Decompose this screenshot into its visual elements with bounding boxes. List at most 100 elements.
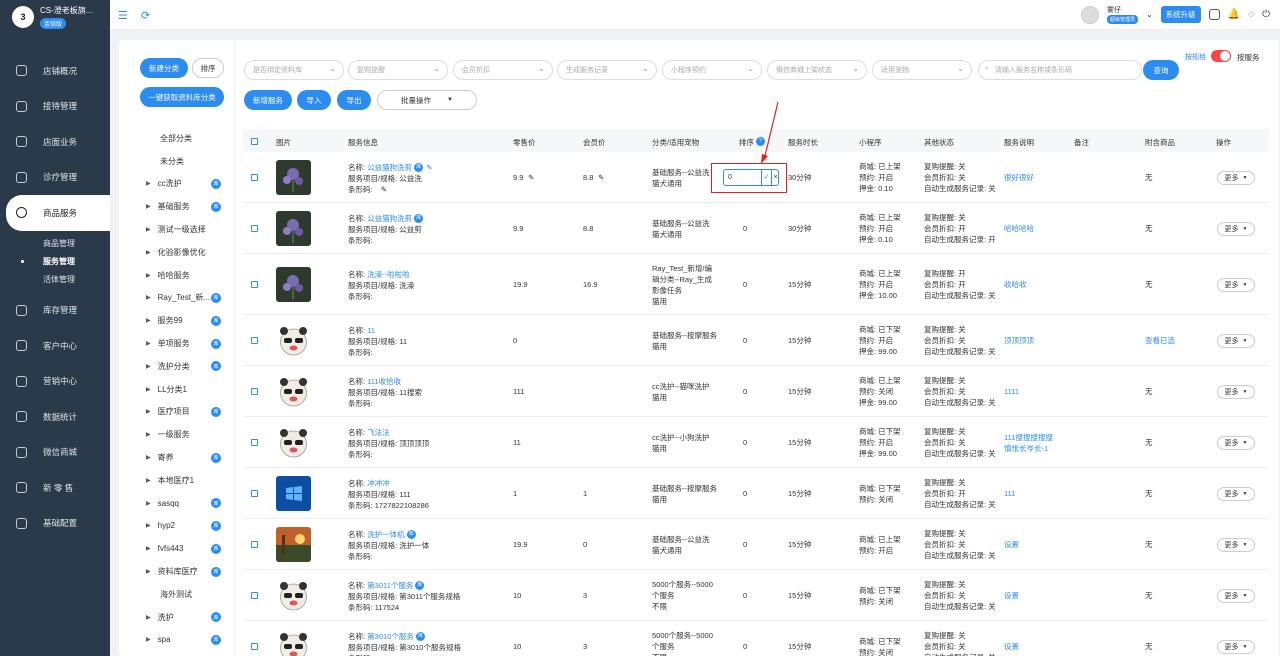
filter-select[interactable]: 复购提醒 <box>348 60 448 80</box>
row-checkbox[interactable] <box>251 642 258 650</box>
row-checkbox[interactable] <box>251 280 258 288</box>
service-name-link[interactable]: 第3011个服务 <box>367 581 413 590</box>
category-item[interactable]: ▶ 本地医疗1 <box>119 469 235 492</box>
category-item[interactable]: ▶ Ray_Test_新... 库 <box>119 287 235 310</box>
desc-line[interactable]: 哈哈哈哈 <box>1004 223 1034 234</box>
more-button[interactable]: 更多 ▼ <box>1217 537 1255 552</box>
bell-icon[interactable]: 🔔 <box>1228 9 1240 20</box>
service-desc-link[interactable]: 顶顶顶顶 <box>1004 335 1034 346</box>
desc-line[interactable]: 顶顶顶顶 <box>1004 335 1034 346</box>
category-item[interactable]: ▶ 测试一级选择 <box>119 218 235 241</box>
sidebar-item-6[interactable]: 客户中心 <box>0 328 110 364</box>
sidebar-item-9[interactable]: 微信商城 <box>0 435 110 471</box>
new-service-button[interactable]: 新增服务 <box>244 90 292 110</box>
service-desc-link[interactable]: 很好很好 <box>1004 172 1034 183</box>
category-item[interactable]: ▶ 寄养 库 <box>119 446 235 469</box>
sidebar-item-11[interactable]: 基础配置 <box>0 506 110 542</box>
more-button[interactable]: 更多 ▼ <box>1217 277 1255 292</box>
service-name-link[interactable]: 洗护一体机 <box>367 530 405 539</box>
row-checkbox[interactable] <box>251 540 258 548</box>
toggle-left-label[interactable]: 按规格 <box>1185 52 1206 62</box>
menu-icon[interactable]: ☰ <box>118 9 128 22</box>
row-checkbox[interactable] <box>251 438 258 446</box>
sidebar-item-8[interactable]: 数据统计 <box>0 399 110 435</box>
service-name-link[interactable]: 第3010个服务 <box>367 632 414 641</box>
desc-line[interactable]: 设置 <box>1004 590 1019 601</box>
view-toggle[interactable] <box>1211 50 1231 62</box>
upgrade-button[interactable]: 系统升级 <box>1160 6 1201 23</box>
toggle-right-label[interactable]: 按服务 <box>1237 52 1260 63</box>
category-item[interactable]: ▶1234库 <box>119 651 235 656</box>
row-checkbox[interactable] <box>251 336 258 344</box>
category-item[interactable]: ▶ 化验影像优化 <box>119 241 235 264</box>
edit-icon[interactable]: ✎ <box>426 163 432 172</box>
row-checkbox[interactable] <box>251 489 258 497</box>
service-desc-link[interactable]: 设置 <box>1004 539 1019 550</box>
service-desc-link[interactable]: 收哈收 <box>1004 279 1027 290</box>
more-button[interactable]: 更多 ▼ <box>1217 435 1255 450</box>
filter-select[interactable]: 适用宠物 <box>872 60 972 80</box>
filter-select[interactable]: 会员折扣 <box>453 60 553 80</box>
service-desc-link[interactable]: 111搜搜搜搜搜 慎怅长岑长-1 <box>1004 432 1053 454</box>
desc-line[interactable]: 慎怅长岑长-1 <box>1004 443 1053 454</box>
import-button[interactable]: 导入 <box>297 90 331 110</box>
select-all-checkbox[interactable] <box>251 138 258 145</box>
subnav-item-0[interactable]: 商品管理 <box>43 235 110 253</box>
category-item[interactable]: 海外测试 <box>119 583 235 606</box>
new-category-button[interactable]: 新建分类 <box>140 58 188 78</box>
desc-line[interactable]: 1111 <box>1004 386 1019 397</box>
avatar[interactable] <box>1080 5 1099 24</box>
category-item[interactable]: ▶ cc洗护 库 <box>119 173 235 196</box>
calendar-icon[interactable] <box>1208 9 1220 20</box>
service-desc-link[interactable]: 1111 <box>1004 386 1019 397</box>
sidebar-item-5[interactable]: 库存管理 <box>0 293 110 329</box>
edit-retail-icon[interactable]: ✎ <box>528 172 534 183</box>
refresh-icon[interactable]: ⟳ <box>141 9 150 22</box>
edit-icon[interactable]: ✎ <box>381 185 387 194</box>
desc-line[interactable]: 111搜搜搜搜搜 <box>1004 432 1053 443</box>
desc-line[interactable]: 很好很好 <box>1004 172 1034 183</box>
sidebar-item-3[interactable]: 诊疗管理 <box>0 160 110 196</box>
filter-select[interactable]: 小程序预约 <box>662 60 762 80</box>
query-button[interactable]: 查询 <box>1143 60 1179 80</box>
logout-icon[interactable]: ⏻ <box>1262 9 1270 20</box>
service-name-link[interactable]: 111收拾收 <box>367 377 401 386</box>
service-name-link[interactable]: 公益猫狗洗剪 <box>367 214 412 223</box>
filter-select[interactable]: 是否绑定资料库 <box>244 60 344 80</box>
subnav-item-1[interactable]: 服务管理 <box>21 253 110 271</box>
category-item[interactable]: ▶ hyp2 库 <box>119 515 235 538</box>
more-button[interactable]: 更多 ▼ <box>1217 384 1255 399</box>
row-checkbox[interactable] <box>251 224 258 232</box>
category-item[interactable]: ▶ 基础服务 库 <box>119 195 235 218</box>
filter-select[interactable]: 生成服务记录 <box>557 60 657 80</box>
more-button[interactable]: 更多 ▼ <box>1217 170 1255 185</box>
category-item[interactable]: 全部分类 <box>119 127 235 150</box>
batch-dropdown[interactable]: 批量操作 ▼ <box>377 90 477 110</box>
search-input[interactable]: ⌕ 请输入服务名称或条形码 <box>978 60 1142 80</box>
more-button[interactable]: 更多 ▼ <box>1217 221 1255 236</box>
sidebar-item-1[interactable]: 接待管理 <box>0 89 110 125</box>
desc-line[interactable]: 设置 <box>1004 539 1019 550</box>
more-button[interactable]: 更多 ▼ <box>1217 333 1255 348</box>
category-item[interactable]: ▶ 洗护 库 <box>119 606 235 629</box>
sidebar-item-0[interactable]: 店铺概况 <box>0 53 110 89</box>
category-item[interactable]: ▶ 洗护分类 库 <box>119 355 235 378</box>
desc-line[interactable]: 111 <box>1004 488 1015 499</box>
export-button[interactable]: 导出 <box>337 90 371 110</box>
row-checkbox[interactable] <box>251 173 258 181</box>
desc-line[interactable]: 设置 <box>1004 641 1019 652</box>
sort-category-button[interactable]: 排序 <box>192 58 224 78</box>
category-item[interactable]: ▶ 医疗项目 库 <box>119 401 235 424</box>
more-button[interactable]: 更多 ▼ <box>1217 588 1255 603</box>
service-name-link[interactable]: 公益猫狗洗剪 <box>367 163 412 172</box>
category-item[interactable]: ▶ sasqq 库 <box>119 492 235 515</box>
sidebar-item-2[interactable]: 店面业务 <box>0 124 110 160</box>
category-item[interactable]: ▶ 单项服务 库 <box>119 332 235 355</box>
service-desc-link[interactable]: 哈哈哈哈 <box>1004 223 1034 234</box>
service-name-link[interactable]: 洗澡--啦啦啦 <box>367 270 410 279</box>
service-desc-link[interactable]: 111 <box>1004 488 1015 499</box>
fetch-category-button[interactable]: 一键获取资料库分类 <box>140 87 224 107</box>
service-name-link[interactable]: 冲冲冲 <box>367 479 390 488</box>
sidebar-item-10[interactable]: 新 零 售 <box>0 470 110 506</box>
category-item[interactable]: 未分类 <box>119 150 235 173</box>
